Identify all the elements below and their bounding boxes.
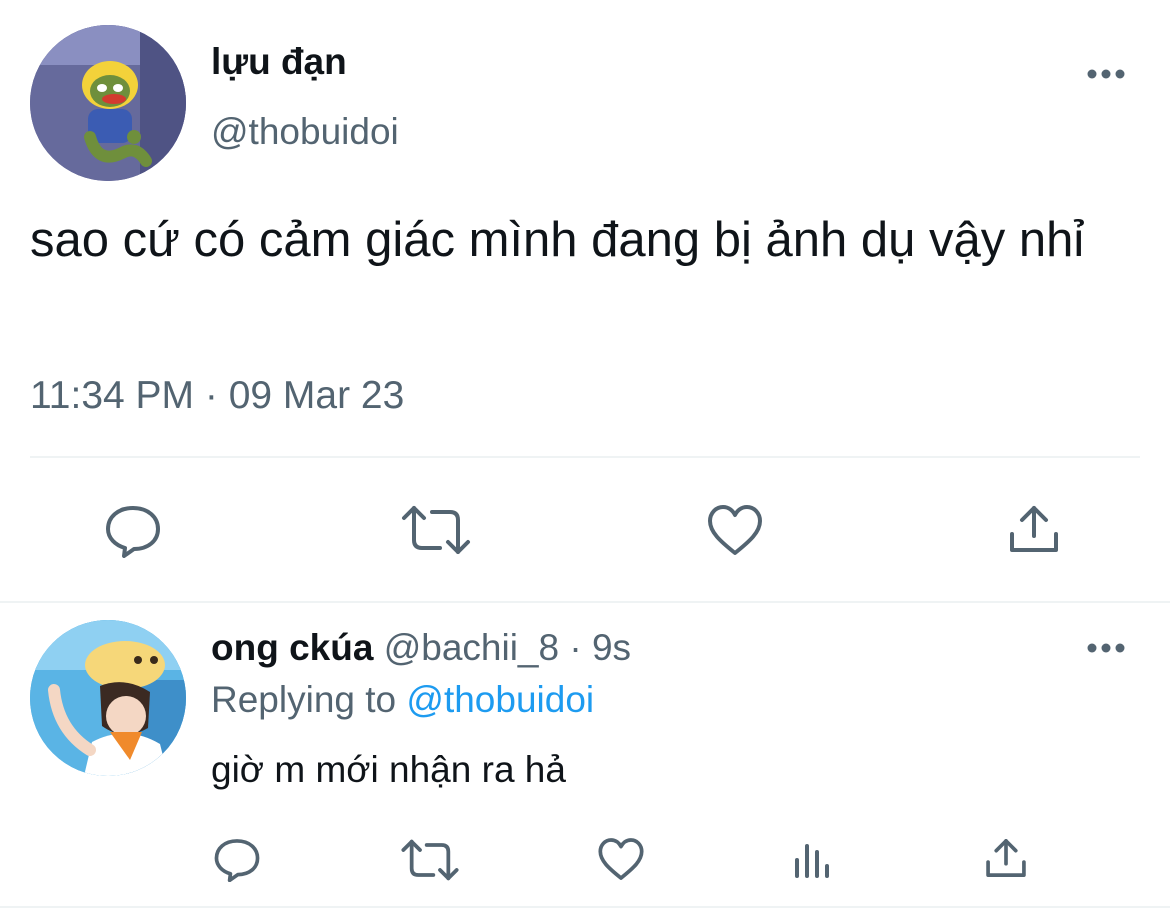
share-icon[interactable] [1006,502,1062,556]
replying-to: Replying to @thobuidoi [211,678,594,722]
reply-retweet-icon[interactable] [400,838,460,882]
reply-header: ong ckúa @bachii_8 · 9s [211,626,631,670]
tweet-timestamp: 11:34 PM · 09 Mar 23 [30,374,405,417]
more-icon[interactable] [1086,638,1128,658]
divider [0,601,1170,603]
frog-plush-avatar [30,25,186,181]
reply-text: giờ m mới nhận ra hả [211,749,566,790]
like-icon[interactable] [706,503,764,557]
comment-icon[interactable] [104,502,162,558]
retweet-icon[interactable] [400,504,472,556]
author-name[interactable]: lựu đạn [211,40,347,84]
more-icon[interactable] [1086,64,1128,84]
reply-avatar[interactable] [30,620,186,776]
reply-share-icon[interactable] [983,836,1029,880]
reply-like-icon[interactable] [597,836,645,882]
author-avatar[interactable] [30,25,186,181]
replying-to-handle[interactable]: @thobuidoi [406,679,594,720]
reply-comment-icon[interactable] [213,836,261,882]
analytics-icon[interactable] [792,838,834,880]
anime-avatar [30,620,186,776]
divider [0,906,1170,908]
reply-meta[interactable]: @bachii_8 · 9s [384,627,631,668]
tweet-text: sao cứ có cảm giác mình đang bị ảnh dụ v… [30,213,1085,267]
replying-to-label: Replying to [211,679,397,720]
author-handle[interactable]: @thobuidoi [211,110,399,154]
reply-author-name[interactable]: ong ckúa [211,627,373,668]
divider [30,456,1140,458]
